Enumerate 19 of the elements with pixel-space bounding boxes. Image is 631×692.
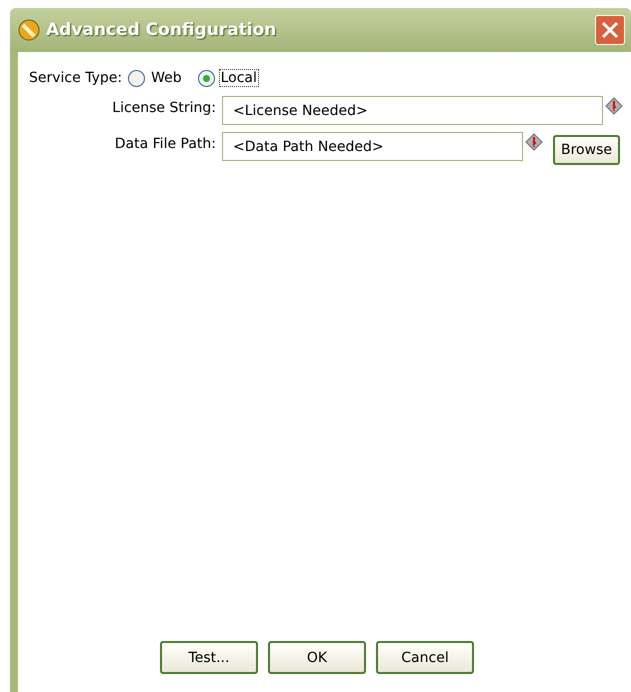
radio-button[interactable] [128, 70, 146, 86]
pencil-icon [18, 19, 40, 41]
close-icon [601, 21, 619, 39]
dialog-button[interactable]: Cancel [376, 641, 474, 674]
radio-label[interactable]: Local [218, 69, 259, 87]
dialog-button[interactable]: OK [268, 641, 366, 674]
service-type-label: Service Type: [29, 70, 122, 86]
warning-icon [605, 97, 623, 115]
close-button[interactable] [595, 15, 625, 45]
input-field[interactable]: <License Needed> [222, 96, 603, 125]
browse-button[interactable]: Browse [553, 135, 620, 165]
field-label: Data File Path: [114, 135, 217, 152]
radio-button[interactable] [198, 70, 215, 86]
field-label: License String: [111, 99, 217, 116]
input-field[interactable]: <Data Path Needed> [222, 132, 523, 161]
window-title: Advanced Configuration [46, 20, 278, 40]
radio-label[interactable]: Web [149, 69, 184, 87]
warning-icon [525, 133, 543, 151]
dialog-button[interactable]: Test... [160, 641, 258, 674]
